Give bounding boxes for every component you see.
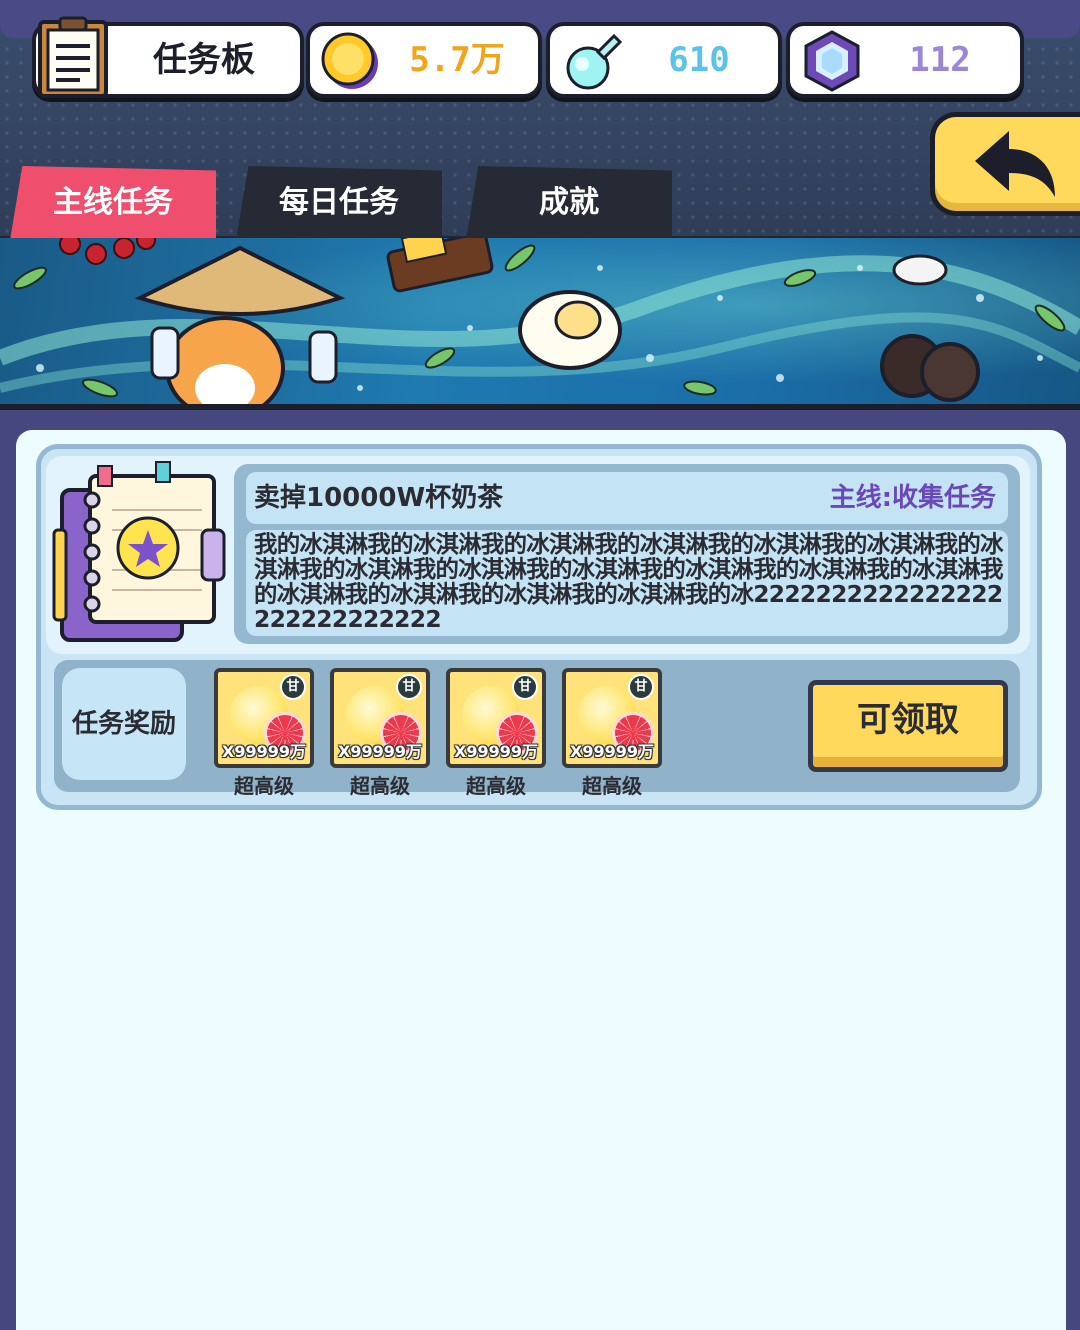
reward-tier: 超高级	[234, 774, 294, 798]
reward-item[interactable]: 甘 X99999万	[562, 668, 662, 768]
reward-amount: X99999万	[453, 742, 538, 761]
reward-item[interactable]: 甘 X99999万	[446, 668, 546, 768]
quest-notebook-icon	[52, 461, 226, 642]
potion-value: 610	[668, 40, 730, 80]
reward-tier: 超高级	[350, 774, 410, 798]
coin-icon	[321, 32, 378, 89]
reward-amount: X99999万	[569, 742, 654, 761]
task-name: 卖掉10000W杯奶茶	[254, 483, 504, 513]
gem-counter[interactable]: 112	[786, 22, 1024, 98]
task-description: 我的冰淇淋我的冰淇淋我的冰淇淋我的冰淇淋我的冰淇淋我的冰淇淋我的冰淇淋我的冰淇淋…	[254, 530, 1003, 633]
reward-label: 任务奖励	[71, 709, 176, 739]
coin-counter[interactable]: 5.7万	[306, 22, 542, 98]
reward-badge: 甘	[280, 674, 306, 700]
reward-amount: X99999万	[337, 742, 422, 761]
back-button[interactable]	[930, 112, 1080, 216]
reward-badge: 甘	[512, 674, 538, 700]
tab-daily-quests[interactable]: 每日任务	[236, 166, 442, 240]
tab-main-quests[interactable]: 主线任务	[10, 166, 216, 240]
task-board-title-pill: 任务板	[32, 16, 304, 98]
reward-amount: X99999万	[221, 742, 306, 761]
potion-counter[interactable]: 610	[546, 22, 782, 98]
reward-badge: 甘	[628, 674, 654, 700]
task-category: 主线:收集任务	[829, 483, 996, 513]
reward-item[interactable]: 甘 X99999万	[214, 668, 314, 768]
reward-item[interactable]: 甘 X99999万	[330, 668, 430, 768]
back-arrow-icon	[975, 131, 1055, 197]
gem-value: 112	[909, 40, 971, 80]
reward-tier: 超高级	[582, 774, 642, 798]
coin-value: 5.7万	[409, 40, 505, 80]
potion-flask-icon	[566, 33, 623, 90]
tab-achievements[interactable]: 成就	[466, 166, 672, 240]
claim-button-label: 可领取	[857, 700, 959, 740]
reward-tier: 超高级	[466, 774, 526, 798]
page-title: 任务板	[153, 40, 255, 80]
hexagon-gem-icon	[804, 30, 860, 92]
banner-illustration	[0, 238, 1080, 410]
clipboard-icon	[34, 16, 116, 102]
reward-badge: 甘	[396, 674, 422, 700]
